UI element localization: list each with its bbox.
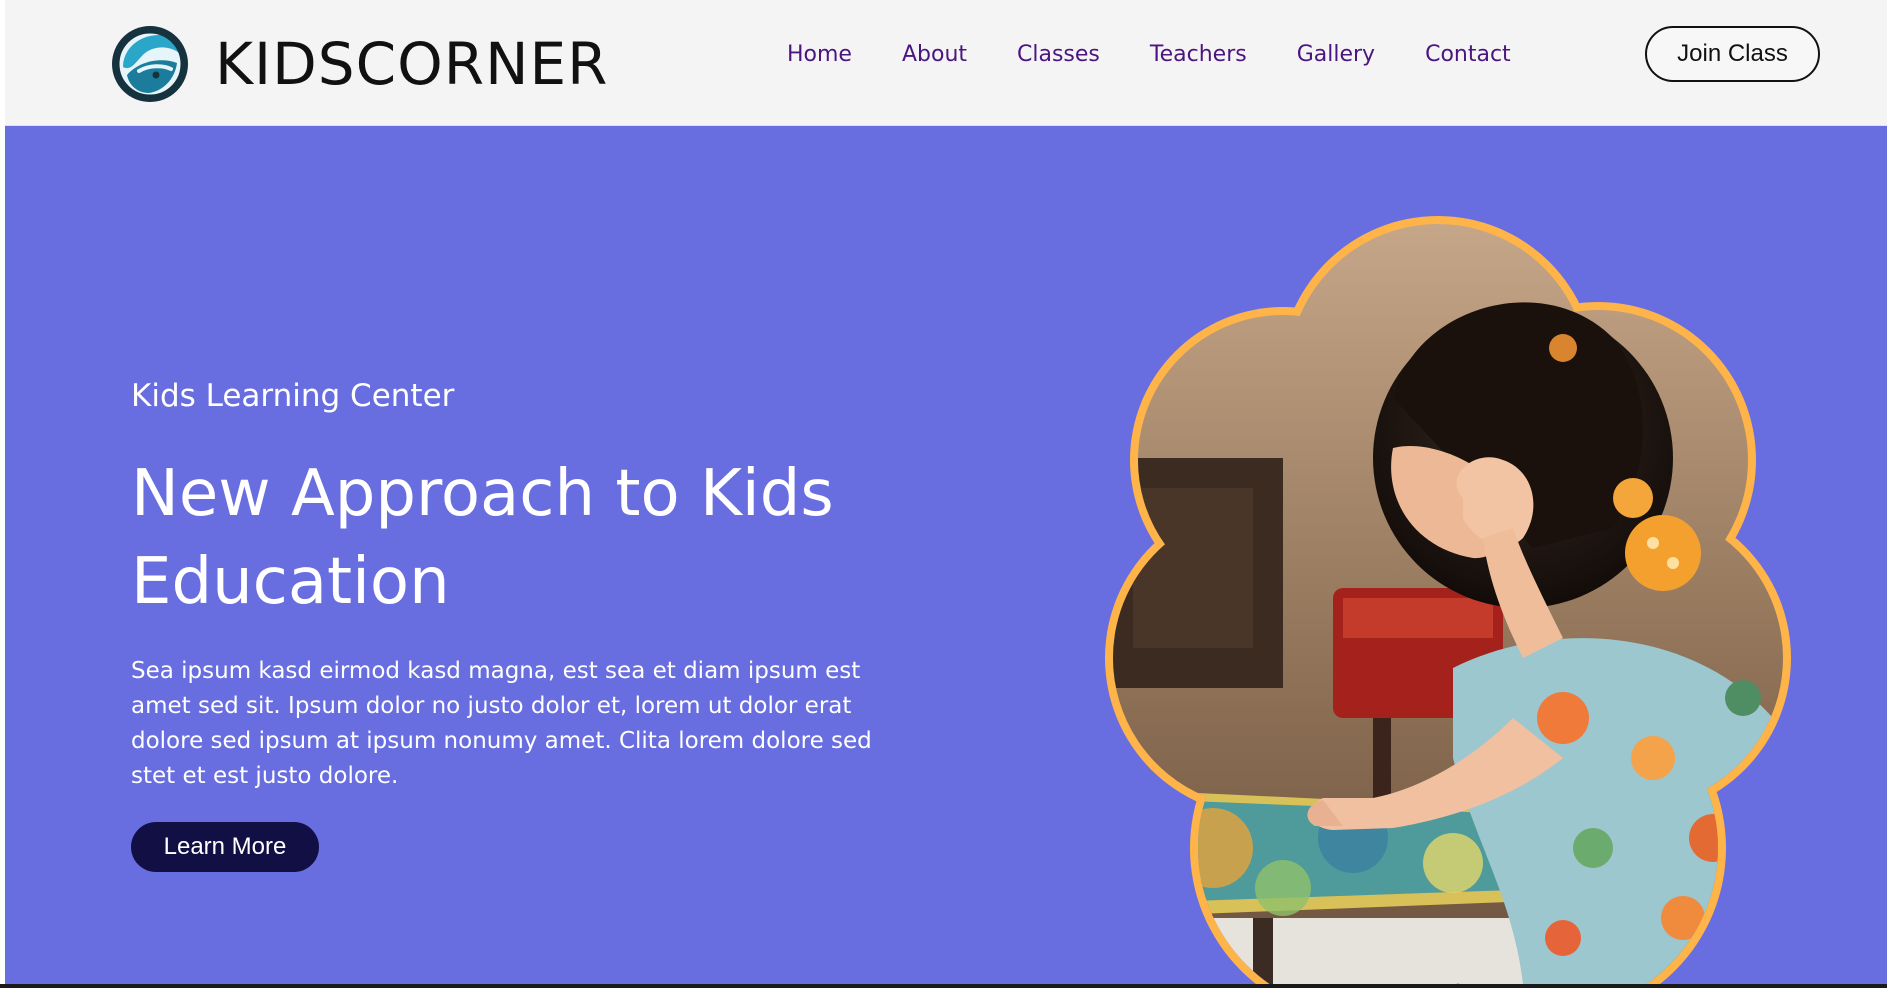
hero-section: Kids Learning Center New Approach to Kid… — [5, 126, 1887, 984]
hero-text: Kids Learning Center New Approach to Kid… — [131, 376, 931, 872]
page-bottom-border — [0, 984, 1887, 988]
main-nav: Home About Classes Teachers Gallery Cont… — [787, 40, 1511, 70]
learn-more-button[interactable]: Learn More — [131, 822, 319, 872]
nav-gallery[interactable]: Gallery — [1297, 40, 1375, 70]
brand[interactable]: KIDSCORNER — [109, 23, 608, 105]
hero-image-svg — [1105, 216, 1791, 984]
page: KIDSCORNER Home About Classes Teachers G… — [0, 0, 1887, 988]
child-with-puzzle-photo — [1093, 198, 1813, 984]
nav-home[interactable]: Home — [787, 40, 852, 70]
hero-description: Sea ipsum kasd eirmod kasd magna, est se… — [131, 658, 872, 789]
nav-classes[interactable]: Classes — [1017, 40, 1100, 70]
hero-headline: New Approach to Kids Education — [131, 457, 834, 619]
nav-about[interactable]: About — [902, 40, 967, 70]
hero-eyebrow: Kids Learning Center — [131, 378, 455, 414]
brand-name: KIDSCORNER — [215, 30, 609, 98]
join-class-button[interactable]: Join Class — [1645, 26, 1820, 82]
nav-contact[interactable]: Contact — [1425, 40, 1511, 70]
globe-swirl-icon — [112, 26, 188, 102]
nav-teachers[interactable]: Teachers — [1150, 40, 1247, 70]
site-header: KIDSCORNER Home About Classes Teachers G… — [5, 0, 1887, 126]
